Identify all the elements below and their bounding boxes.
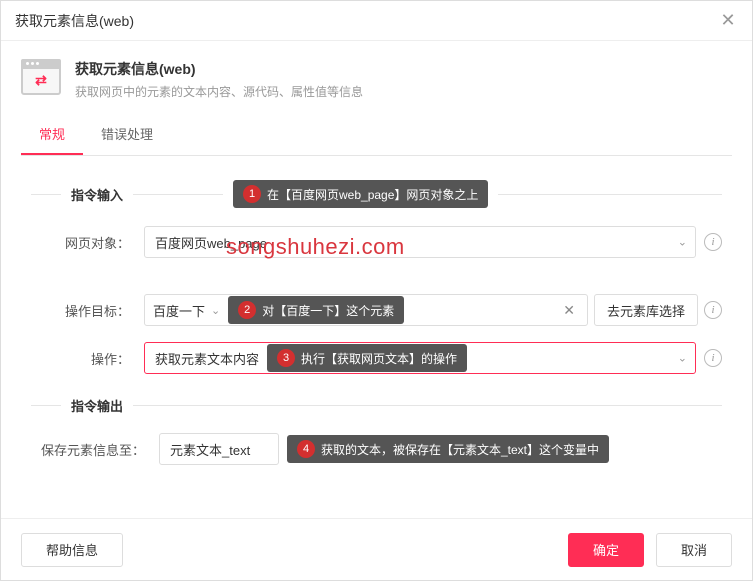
section-output-header: 指令输出 — [31, 396, 722, 415]
section-input-header: 指令输入 1 在【百度网页web_page】网页对象之上 — [31, 180, 722, 208]
titlebar: 获取元素信息(web) ✕ — [1, 1, 752, 41]
annotation-4-text: 获取的文本，被保存在【元素文本_text】这个变量中 — [321, 441, 599, 458]
label-target: 操作目标： — [31, 301, 136, 320]
row-web-object: 网页对象： 百度网页web_page ⌄ i — [31, 226, 722, 258]
app-icon: ⇄ — [21, 59, 61, 95]
annotation-3-text: 执行【获取网页文本】的操作 — [301, 350, 457, 367]
section-output-label: 指令输出 — [71, 396, 123, 415]
annotation-2-badge: 2 — [238, 301, 256, 319]
info-icon[interactable]: i — [704, 233, 722, 251]
annotation-2: 2 对【百度一下】这个元素 — [228, 296, 404, 324]
input-save-to[interactable]: 元素文本_text — [159, 433, 279, 465]
annotation-1-text: 在【百度网页web_page】网页对象之上 — [267, 186, 478, 203]
help-button[interactable]: 帮助信息 — [21, 533, 123, 567]
input-save-to-value: 元素文本_text — [170, 440, 250, 459]
row-target: 操作目标： 百度一下 ⌄ 2 对【百度一下】这个元素 ✕ 去元素库选择 i — [31, 294, 722, 326]
clear-target-button[interactable]: ✕ — [559, 302, 579, 319]
info-icon[interactable]: i — [704, 301, 722, 319]
chevron-down-icon: ⌄ — [678, 352, 687, 365]
target-box[interactable]: 百度一下 ⌄ 2 对【百度一下】这个元素 ✕ — [144, 294, 588, 326]
row-operation: 操作： 获取元素文本内容 3 执行【获取网页文本】的操作 ⌄ i — [31, 342, 722, 374]
content: 指令输入 1 在【百度网页web_page】网页对象之上 网页对象： 百度网页w… — [1, 156, 752, 518]
dialog-title: 获取元素信息(web) — [15, 11, 134, 31]
close-icon: ✕ — [720, 10, 735, 31]
select-web-object-value: 百度网页web_page — [155, 233, 267, 252]
select-operation-value: 获取元素文本内容 — [155, 349, 259, 368]
annotation-1-badge: 1 — [243, 185, 261, 203]
goto-library-button[interactable]: 去元素库选择 — [594, 294, 698, 326]
close-button[interactable]: ✕ — [718, 11, 738, 31]
info-icon[interactable]: i — [704, 349, 722, 367]
header-text: 获取元素信息(web) 获取网页中的元素的文本内容、源代码、属性值等信息 — [75, 59, 363, 100]
header-title: 获取元素信息(web) — [75, 59, 363, 79]
dialog: 获取元素信息(web) ✕ ⇄ 获取元素信息(web) 获取网页中的元素的文本内… — [0, 0, 753, 581]
annotation-3: 3 执行【获取网页文本】的操作 — [267, 344, 467, 372]
select-operation[interactable]: 获取元素文本内容 3 执行【获取网页文本】的操作 ⌄ — [144, 342, 696, 374]
footer: 帮助信息 确定 取消 — [1, 518, 752, 580]
annotation-3-badge: 3 — [277, 349, 295, 367]
header-subtitle: 获取网页中的元素的文本内容、源代码、属性值等信息 — [75, 83, 363, 100]
annotation-4-badge: 4 — [297, 440, 315, 458]
annotation-1: 1 在【百度网页web_page】网页对象之上 — [233, 180, 488, 208]
tab-error[interactable]: 错误处理 — [83, 114, 171, 155]
chevron-down-icon: ⌄ — [211, 304, 220, 317]
target-value: 百度一下 — [153, 301, 205, 320]
select-web-object[interactable]: 百度网页web_page ⌄ — [144, 226, 696, 258]
section-input-label: 指令输入 — [71, 185, 123, 204]
annotation-4: 4 获取的文本，被保存在【元素文本_text】这个变量中 — [287, 435, 609, 463]
header: ⇄ 获取元素信息(web) 获取网页中的元素的文本内容、源代码、属性值等信息 — [1, 41, 752, 114]
chevron-down-icon: ⌄ — [678, 236, 687, 249]
label-web-object: 网页对象： — [31, 233, 136, 252]
label-save-to: 保存元素信息至： — [31, 440, 151, 459]
annotation-2-text: 对【百度一下】这个元素 — [262, 302, 394, 319]
cancel-button[interactable]: 取消 — [656, 533, 732, 567]
tab-general[interactable]: 常规 — [21, 114, 83, 155]
row-save-to: 保存元素信息至： 元素文本_text 4 获取的文本，被保存在【元素文本_tex… — [31, 433, 722, 465]
tabs: 常规 错误处理 — [21, 114, 732, 156]
label-operation: 操作： — [31, 349, 136, 368]
ok-button[interactable]: 确定 — [568, 533, 644, 567]
